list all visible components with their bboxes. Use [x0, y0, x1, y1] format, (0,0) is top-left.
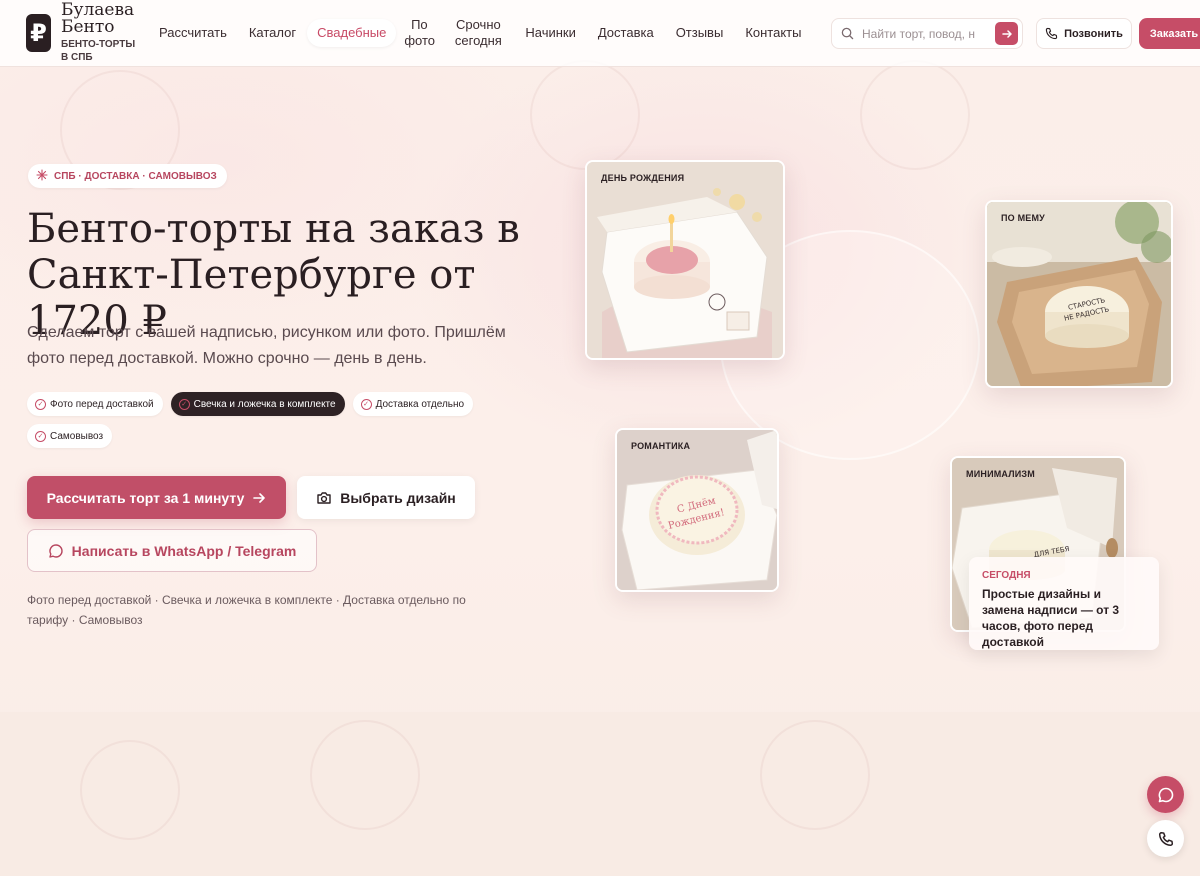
order-button[interactable]: Заказать — [1139, 18, 1200, 49]
card-romance[interactable]: С Днём Рождения! РОМАНТИКА — [615, 428, 779, 592]
search-icon — [832, 27, 862, 40]
brand[interactable]: Булаева Бенто БЕНТО-ТОРТЫ В СПБ — [61, 2, 141, 64]
check-icon: ✓ — [178, 398, 190, 410]
location-tag-label: СПБ · ДОСТАВКА · САМОВЫВОЗ — [54, 170, 217, 182]
search-input[interactable] — [862, 26, 990, 41]
site-header: ₽ Булаева Бенто БЕНТО-ТОРТЫ В СПБ Рассчи… — [0, 0, 1200, 67]
call-button-label: Позвонить — [1064, 27, 1123, 40]
camera-icon — [317, 491, 331, 504]
nav-item-wedding[interactable]: Свадебные — [307, 19, 397, 47]
chip-label: Самовывоз — [50, 430, 104, 442]
chip-label: Доставка отдельно — [375, 398, 465, 410]
arrow-right-icon — [1001, 29, 1012, 38]
meme-cake-image: СТАРОСТЬ НЕ РАДОСТЬ — [987, 202, 1171, 386]
choose-design-button[interactable]: Выбрать дизайн — [297, 476, 475, 519]
feature-chips: ✓ Фото перед доставкой ✓ Свечка и ложечк… — [27, 392, 527, 448]
logo-icon[interactable]: ₽ — [26, 14, 51, 52]
choose-design-button-label: Выбрать дизайн — [340, 489, 456, 506]
nav-item-delivery[interactable]: Доставка — [587, 25, 665, 41]
sparkle-icon — [36, 168, 48, 184]
background-pattern — [80, 740, 180, 840]
floating-chat-button[interactable] — [1147, 776, 1184, 813]
check-icon: ✓ — [35, 398, 46, 410]
chat-bubble-icon — [1158, 787, 1173, 802]
card-label: РОМАНТИКА — [631, 441, 691, 451]
nav-item-contacts[interactable]: Контакты — [734, 25, 812, 41]
brand-subtitle: БЕНТО-ТОРТЫ В СПБ — [61, 39, 136, 63]
background-pattern — [530, 60, 640, 170]
phone-icon — [1158, 831, 1173, 846]
location-tag: СПБ · ДОСТАВКА · САМОВЫВОЗ — [28, 164, 227, 188]
chip-pickup[interactable]: ✓ Самовывоз — [27, 424, 113, 448]
check-icon: ✓ — [35, 430, 46, 442]
message-button-label: Написать в WhatsApp / Telegram — [71, 542, 297, 559]
today-info-card: СЕГОДНЯ Простые дизайны и замена надписи… — [969, 557, 1159, 650]
card-label: ПО МЕМУ — [1001, 213, 1045, 223]
background-pattern — [310, 720, 420, 830]
nav-item-reviews[interactable]: Отзывы — [665, 25, 735, 41]
search-submit-button[interactable] — [995, 22, 1018, 45]
chip-photo-before-delivery[interactable]: ✓ Фото перед доставкой — [27, 392, 163, 416]
chip-label: Свечка и ложечка в комплекте — [193, 398, 336, 410]
search-box — [831, 18, 1023, 49]
calculate-cake-button[interactable]: Рассчитать торт за 1 минуту — [27, 476, 286, 519]
hero-note: Фото перед доставкой · Свечка и ложечка … — [27, 593, 466, 627]
main-nav: Рассчитать Каталог Свадебные По фото Сро… — [148, 14, 812, 52]
info-kicker: СЕГОДНЯ — [982, 570, 1031, 581]
card-label: ДЕНЬ РОЖДЕНИЯ — [601, 173, 685, 183]
lower-section-background — [0, 712, 1200, 876]
nav-item-calculate[interactable]: Рассчитать — [148, 25, 238, 41]
card-by-meme[interactable]: СТАРОСТЬ НЕ РАДОСТЬ ПО МЕМУ — [985, 200, 1173, 388]
chip-label: Фото перед доставкой — [50, 398, 154, 410]
card-label: МИНИМАЛИЗМ — [966, 469, 1035, 479]
call-button[interactable]: Позвонить — [1036, 18, 1132, 49]
message-whatsapp-telegram-button[interactable]: Написать в WhatsApp / Telegram — [27, 529, 317, 572]
card-birthday[interactable]: ДЕНЬ РОЖДЕНИЯ — [585, 160, 785, 360]
arrow-right-icon — [253, 492, 266, 503]
birthday-cake-image — [587, 162, 783, 358]
nav-item-catalog[interactable]: Каталог — [238, 25, 307, 41]
background-pattern — [760, 720, 870, 830]
order-button-label: Заказать — [1149, 27, 1199, 40]
info-text: Простые дизайны и замена надписи — от 3 … — [982, 587, 1120, 649]
hero-subtitle: Сделаем торт с вашей надписью, рисунком … — [27, 324, 506, 367]
nav-item-by-photo[interactable]: По фото — [396, 17, 442, 49]
calculate-cake-button-label: Рассчитать торт за 1 минуту — [46, 489, 245, 506]
chat-bubble-icon — [48, 543, 63, 558]
floating-phone-button[interactable] — [1147, 820, 1184, 857]
chip-delivery-separate[interactable]: ✓ Доставка отдельно — [352, 392, 474, 416]
page-title-line1: Бенто-торты на заказ в — [27, 206, 520, 252]
phone-icon — [1045, 27, 1058, 40]
nav-item-urgent-today[interactable]: Срочно сегодня — [442, 17, 514, 49]
chip-candle-spoon[interactable]: ✓ Свечка и ложечка в комплекте — [170, 392, 345, 416]
nav-item-fillings[interactable]: Начинки — [514, 25, 587, 41]
background-pattern — [860, 60, 970, 170]
romance-cake-image: С Днём Рождения! — [617, 430, 777, 590]
brand-name-line2: Бенто — [61, 17, 115, 37]
check-icon: ✓ — [360, 398, 372, 410]
